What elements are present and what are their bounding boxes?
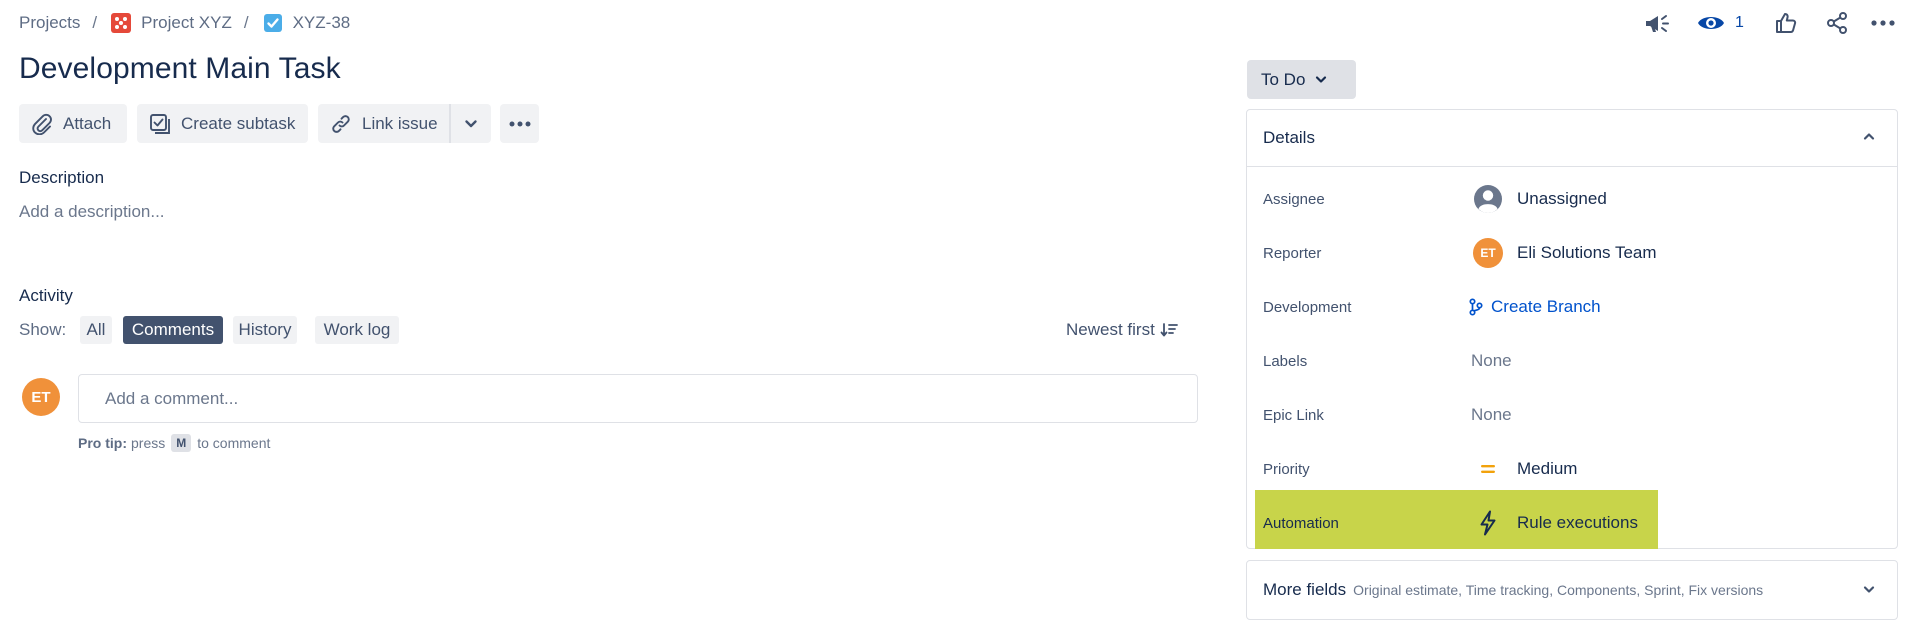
more-fields-summary: Original estimate, Time tracking, Compon… bbox=[1353, 582, 1764, 598]
description-heading: Description bbox=[19, 168, 105, 187]
description-field[interactable]: Add a description... bbox=[19, 202, 165, 222]
activity-heading: Activity bbox=[19, 286, 73, 305]
lightning-bolt-icon bbox=[1473, 508, 1503, 538]
epic-link-field[interactable]: None bbox=[1471, 395, 1512, 435]
subtask-icon bbox=[149, 113, 171, 135]
priority-medium-icon bbox=[1473, 454, 1503, 484]
breadcrumb-separator: / bbox=[243, 13, 249, 32]
rule-executions-label: Rule executions bbox=[1517, 513, 1638, 532]
breadcrumb-issue-key: XYZ-38 bbox=[292, 13, 351, 32]
issue-header-actions: 1 bbox=[1630, 8, 1909, 38]
details-panel: Details Assignee Unassigned Reporter ET … bbox=[1246, 109, 1898, 549]
eye-icon bbox=[1697, 12, 1725, 34]
priority-value: Medium bbox=[1517, 459, 1578, 478]
reporter-avatar-wrapper: ET bbox=[1473, 238, 1503, 268]
rule-executions-link[interactable]: Rule executions bbox=[1473, 503, 1638, 543]
create-branch-label: Create Branch bbox=[1491, 297, 1601, 316]
sort-descending-icon bbox=[1160, 322, 1178, 338]
megaphone-icon[interactable] bbox=[1640, 8, 1674, 38]
assignee-field[interactable]: Unassigned bbox=[1473, 179, 1607, 219]
priority-field[interactable]: Medium bbox=[1473, 449, 1577, 489]
show-label: Show: bbox=[19, 320, 67, 339]
details-row-development: Development Create Branch bbox=[1247, 287, 1897, 327]
project-avatar-icon bbox=[111, 13, 132, 33]
chevron-up-icon bbox=[1863, 132, 1875, 141]
link-issue-button[interactable]: Link issue bbox=[318, 104, 449, 143]
breadcrumb-issue-link[interactable]: XYZ-38 bbox=[263, 13, 351, 33]
assignee-value: Unassigned bbox=[1517, 189, 1607, 208]
labels-label: Labels bbox=[1263, 352, 1308, 370]
branch-icon bbox=[1469, 298, 1483, 316]
comment-input[interactable]: Add a comment... bbox=[78, 374, 1198, 423]
create-subtask-label: Create subtask bbox=[181, 113, 296, 133]
development-label: Development bbox=[1263, 298, 1352, 316]
chevron-down-icon bbox=[464, 119, 478, 129]
details-row-automation: Automation Rule executions bbox=[1247, 503, 1897, 543]
pro-tip-text: press bbox=[131, 435, 166, 451]
automation-label: Automation bbox=[1263, 514, 1339, 532]
details-title: Details bbox=[1263, 128, 1315, 147]
issue-title[interactable]: Development Main Task bbox=[19, 52, 341, 86]
reporter-label: Reporter bbox=[1263, 244, 1322, 262]
link-issue-label: Link issue bbox=[362, 113, 438, 133]
more-icon[interactable] bbox=[1868, 8, 1898, 38]
reporter-value: Eli Solutions Team bbox=[1517, 243, 1657, 262]
breadcrumb-project-label: Project XYZ bbox=[141, 13, 232, 32]
link-icon bbox=[330, 113, 352, 135]
pro-tip-text-end: to comment bbox=[197, 435, 271, 451]
breadcrumb: Projects / Project XYZ / XYZ-38 bbox=[19, 11, 350, 35]
reporter-field[interactable]: ET Eli Solutions Team bbox=[1473, 233, 1657, 273]
watch-count: 1 bbox=[1735, 14, 1744, 31]
watch-button[interactable]: 1 bbox=[1697, 8, 1753, 38]
task-checkbox-icon bbox=[263, 13, 283, 33]
status-dropdown[interactable]: To Do bbox=[1247, 60, 1356, 99]
create-subtask-button[interactable]: Create subtask bbox=[137, 104, 308, 143]
attach-button[interactable]: Attach bbox=[19, 104, 127, 143]
sort-order-label: Newest first bbox=[1066, 320, 1155, 339]
link-issue-dropdown-button[interactable] bbox=[451, 104, 491, 143]
status-label: To Do bbox=[1261, 69, 1306, 89]
avatar: ET bbox=[1473, 238, 1503, 268]
labels-field[interactable]: None bbox=[1471, 341, 1512, 381]
breadcrumb-projects-link[interactable]: Projects bbox=[19, 13, 80, 33]
more-actions-button[interactable] bbox=[500, 104, 539, 143]
keyboard-shortcut-key: M bbox=[171, 434, 192, 452]
assignee-label: Assignee bbox=[1263, 190, 1325, 208]
chevron-down-icon bbox=[1863, 585, 1875, 594]
create-branch-link[interactable]: Create Branch bbox=[1469, 287, 1601, 327]
pro-tip: Pro tip: press M to comment bbox=[78, 433, 270, 453]
filter-comments[interactable]: Comments bbox=[123, 316, 223, 344]
details-header[interactable]: Details bbox=[1247, 110, 1897, 167]
epic-link-label: Epic Link bbox=[1263, 406, 1324, 424]
sort-order-button[interactable]: Newest first bbox=[1066, 318, 1178, 342]
filter-history[interactable]: History bbox=[233, 316, 297, 344]
more-icon bbox=[508, 120, 532, 128]
details-row-priority: Priority Medium bbox=[1247, 449, 1897, 489]
details-row-epic-link: Epic Link None bbox=[1247, 395, 1897, 435]
details-row-reporter: Reporter ET Eli Solutions Team bbox=[1247, 233, 1897, 273]
filter-work-log[interactable]: Work log bbox=[315, 316, 399, 344]
pro-tip-label: Pro tip: bbox=[78, 435, 127, 451]
more-fields-section[interactable]: More fields Original estimate, Time trac… bbox=[1246, 560, 1898, 620]
paperclip-icon bbox=[31, 113, 53, 135]
details-row-assignee: Assignee Unassigned bbox=[1247, 179, 1897, 219]
unassigned-avatar-icon bbox=[1473, 184, 1503, 214]
breadcrumb-separator: / bbox=[92, 13, 98, 32]
breadcrumb-project-link[interactable]: Project XYZ bbox=[111, 13, 232, 33]
priority-label: Priority bbox=[1263, 460, 1310, 478]
chevron-down-icon bbox=[1305, 75, 1327, 84]
thumbs-up-icon[interactable] bbox=[1771, 8, 1801, 38]
share-icon[interactable] bbox=[1822, 8, 1852, 38]
avatar: ET bbox=[22, 378, 60, 416]
details-row-labels: Labels None bbox=[1247, 341, 1897, 381]
filter-all[interactable]: All bbox=[80, 316, 112, 344]
more-fields-title: More fields bbox=[1263, 580, 1347, 599]
attach-label: Attach bbox=[63, 113, 112, 133]
